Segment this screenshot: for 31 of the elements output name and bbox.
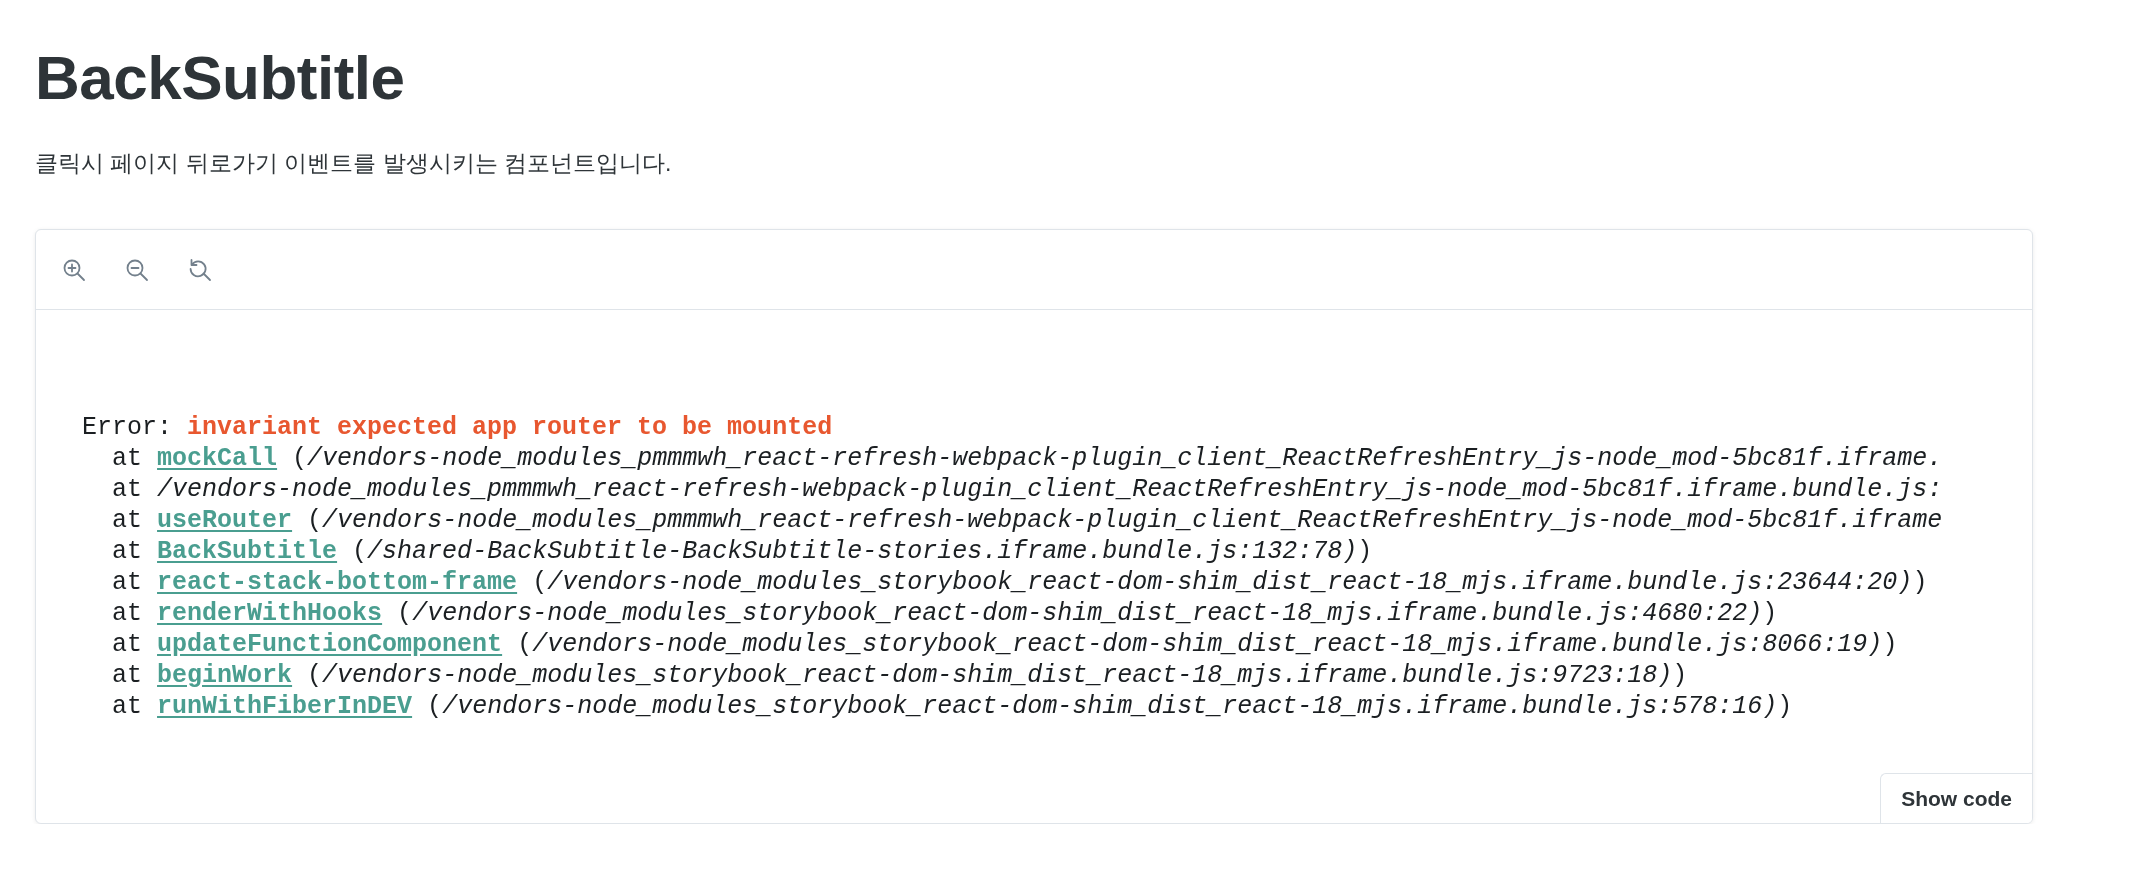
page-description: 클릭시 페이지 뒤로가기 이벤트를 발생시키는 컴포넌트입니다. <box>35 149 672 179</box>
source-location: (/vendors-node_modules_storybook_react-dom-shim_dist_react-18_mjs.iframe.bundle.js:578:16)) <box>427 691 1793 721</box>
error-message: invariant expected app router to be mounted <box>187 412 833 442</box>
function-link[interactable]: updateFunctionComponent <box>157 629 503 659</box>
stack-frame-prefix: at <box>112 567 143 597</box>
function-link[interactable]: mockCall <box>157 443 278 473</box>
source-location: (/vendors-node_modules_storybook_react-dom-shim_dist_react-18_mjs.iframe.bundle.js:4680:22)) <box>397 598 1778 628</box>
function-link[interactable]: renderWithHooks <box>157 598 383 628</box>
function-link[interactable]: useRouter <box>157 505 293 535</box>
error-label: Error: <box>82 412 172 442</box>
source-location: (/vendors-node_modules_pmmmwh_react-refresh-webpack-plugin_client_ReactRefreshEntry_js-node_mod-5bc81f.iframe. <box>292 443 1943 473</box>
function-link[interactable]: react-stack-bottom-frame <box>157 567 518 597</box>
source-location: (/vendors-node_modules_storybook_react-dom-shim_dist_react-18_mjs.iframe.bundle.js:8066:19)) <box>517 629 1898 659</box>
stack-frame-prefix: at <box>112 629 143 659</box>
stack-frame-prefix: at <box>112 598 143 628</box>
source-location: /vendors-node_modules_pmmmwh_react-refresh-webpack-plugin_client_ReactRefreshEntry_js-node_mod-5bc81f.iframe.bundle.js: <box>157 474 1943 504</box>
function-link[interactable]: runWithFiberInDEV <box>157 691 413 721</box>
source-location: (/vendors-node_modules_storybook_react-dom-shim_dist_react-18_mjs.iframe.bundle.js:9723:18)) <box>307 660 1688 690</box>
source-location: (/shared-BackSubtitle-BackSubtitle-stories.iframe.bundle.js:132:78)) <box>352 536 1373 566</box>
show-code-button[interactable]: Show code <box>1880 773 2032 824</box>
stack-frame-prefix: at <box>112 505 143 535</box>
stack-frame-prefix: at <box>112 660 143 690</box>
source-location: (/vendors-node_modules_pmmmwh_react-refresh-webpack-plugin_client_ReactRefreshEntry_js-node_mod-5bc81f.iframe <box>307 505 1943 535</box>
stack-frame-prefix: at <box>112 474 143 504</box>
page-title: BackSubtitle <box>35 44 405 113</box>
function-link[interactable]: BackSubtitle <box>157 536 338 566</box>
stack-frame-prefix: at <box>112 443 143 473</box>
function-link[interactable]: beginWork <box>157 660 293 690</box>
source-location: (/vendors-node_modules_storybook_react-dom-shim_dist_react-18_mjs.iframe.bundle.js:23644:20)) <box>532 567 1928 597</box>
stack-frame-prefix: at <box>112 536 143 566</box>
stack-frame-prefix: at <box>112 691 143 721</box>
